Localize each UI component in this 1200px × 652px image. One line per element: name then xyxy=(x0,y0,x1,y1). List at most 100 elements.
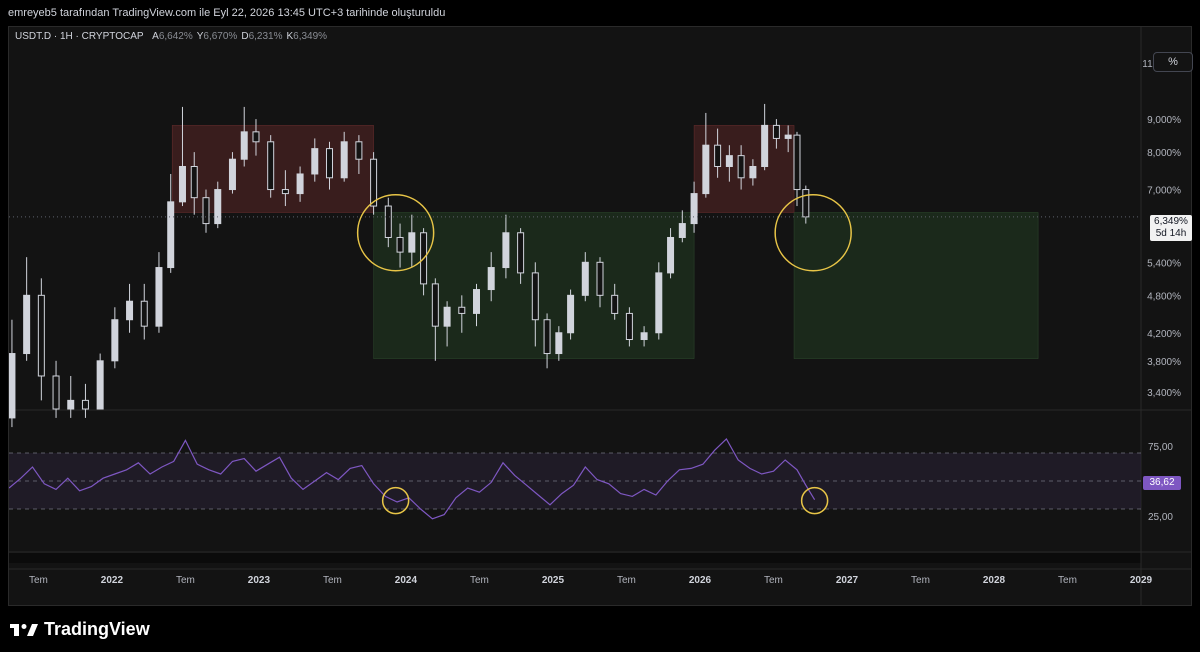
symbol-label: USDT.D · 1H · CRYPTOCAP xyxy=(15,31,144,42)
chart-canvas[interactable]: 11,000%9,000%8,000%7,000%5,400%4,800%4,2… xyxy=(9,27,1191,605)
logo-text: TradingView xyxy=(44,619,150,639)
symbol-legend: USDT.D · 1H · CRYPTOCAP A6,642% Y6,670% D6… xyxy=(15,31,331,42)
time-tick-label: 2022 xyxy=(101,575,124,586)
candle xyxy=(23,294,31,355)
candle xyxy=(67,399,75,410)
time-tick-label: Tem xyxy=(176,575,195,586)
caption-bar: emreyeb5 tarafından TradingView.com ile … xyxy=(0,0,1200,26)
candle xyxy=(355,141,363,160)
time-tick-label: Tem xyxy=(617,575,636,586)
candle xyxy=(296,173,304,195)
ohlc-values: A6,642% Y6,670% D6,231% K6,349% xyxy=(146,31,331,42)
price-tick-label: 4,800% xyxy=(1147,291,1181,302)
candle xyxy=(126,300,134,321)
candle xyxy=(384,205,392,238)
candle xyxy=(431,283,439,327)
candle xyxy=(714,144,722,167)
rsi-tick-label: 75,00 xyxy=(1148,442,1173,453)
ohlc-key: A xyxy=(152,31,159,42)
candle xyxy=(240,131,248,160)
price-tick-label: 3,400% xyxy=(1147,388,1181,399)
candle xyxy=(761,124,769,167)
time-tick-label: Tem xyxy=(911,575,930,586)
last-price-value: 6,349% xyxy=(1154,216,1188,227)
candle xyxy=(396,236,404,253)
time-tick-label: Tem xyxy=(29,575,48,586)
candle xyxy=(543,319,551,355)
candle xyxy=(772,124,780,139)
time-tick-label: 2026 xyxy=(689,575,712,586)
rsi-value-tag: 36,62 xyxy=(1143,476,1181,490)
candle xyxy=(167,201,175,269)
candle xyxy=(517,232,525,274)
candle xyxy=(749,165,757,179)
candle xyxy=(37,294,45,377)
candle xyxy=(555,332,563,355)
price-tick-label: 7,000% xyxy=(1147,186,1181,197)
candle xyxy=(473,289,481,314)
candle xyxy=(202,197,210,225)
support-zone xyxy=(793,212,1039,359)
price-tick-label: 5,400% xyxy=(1147,258,1181,269)
time-tick-label: Tem xyxy=(1058,575,1077,586)
candle xyxy=(325,148,333,179)
candle xyxy=(784,134,792,139)
candle xyxy=(155,267,163,327)
time-tick-label: Tem xyxy=(323,575,342,586)
candle xyxy=(140,300,148,327)
candle xyxy=(96,360,104,410)
candle xyxy=(640,332,648,341)
candle xyxy=(311,148,319,175)
price-tick-label: 4,200% xyxy=(1147,329,1181,340)
bar-countdown: 5d 14h xyxy=(1155,228,1187,239)
footer: TradingView xyxy=(0,606,1200,652)
chart-panel[interactable]: 11,000%9,000%8,000%7,000%5,400%4,800%4,2… xyxy=(8,26,1193,606)
candle xyxy=(737,155,745,179)
candle xyxy=(690,193,698,225)
time-tick-label: 2025 xyxy=(542,575,565,586)
candle xyxy=(667,236,675,274)
empty-pane xyxy=(9,553,1141,563)
candle xyxy=(370,158,378,207)
chart-caption: emreyeb5 tarafından TradingView.com ile … xyxy=(8,7,446,19)
candle xyxy=(408,232,416,253)
candle xyxy=(214,189,222,225)
candle xyxy=(625,312,633,341)
ohlc-value: 6,642% xyxy=(158,31,193,42)
candle xyxy=(81,399,89,410)
time-tick-label: 2024 xyxy=(395,575,418,586)
time-tick-label: 2028 xyxy=(983,575,1006,586)
time-tick-label: Tem xyxy=(764,575,783,586)
ohlc-value: 6,349% xyxy=(293,31,328,42)
zones-layer xyxy=(171,125,1039,359)
candle xyxy=(458,306,466,314)
candle xyxy=(655,272,663,334)
candle xyxy=(267,141,275,191)
candle xyxy=(443,306,451,327)
candle xyxy=(111,319,119,362)
ohlc-value: 6,231% xyxy=(248,31,283,42)
candle xyxy=(567,294,575,334)
candle xyxy=(487,267,495,291)
candle xyxy=(228,158,236,191)
candle xyxy=(281,189,289,195)
ohlc-key: D xyxy=(241,31,249,42)
candle xyxy=(340,141,348,179)
price-tick-label: 9,000% xyxy=(1147,115,1181,126)
percent-scale-button[interactable]: % xyxy=(1153,52,1193,72)
price-tick-label: 3,800% xyxy=(1147,357,1181,368)
candle xyxy=(793,134,801,191)
tradingview-logo[interactable]: TradingView xyxy=(10,619,150,640)
ohlc-value: 6,670% xyxy=(203,31,238,42)
rsi-pane: 75,0050,0025,00 xyxy=(9,438,1173,523)
candle xyxy=(190,165,198,199)
tradingview-logo-icon xyxy=(10,623,38,636)
candle xyxy=(9,353,16,419)
candle xyxy=(596,261,604,296)
candle xyxy=(178,165,186,203)
candle xyxy=(678,223,686,238)
candle xyxy=(531,272,539,321)
candle xyxy=(52,375,60,410)
candle xyxy=(581,261,589,296)
time-axis: Tem 2022 Tem 2023 Tem 2024 Tem 2025 Tem 2026 Tem 20… xyxy=(9,568,1191,586)
